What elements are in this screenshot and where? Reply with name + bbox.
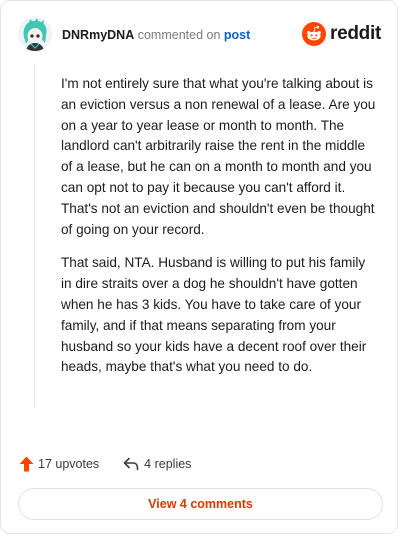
reply-count: 4 replies <box>144 457 192 471</box>
avatar-image <box>18 17 52 51</box>
upvote-count: 17 upvotes <box>38 457 100 471</box>
comment-paragraph: That said, NTA. Husband is willing to pu… <box>61 255 367 375</box>
reddit-logo-icon <box>302 22 327 46</box>
commented-on-text: commented on <box>137 28 221 42</box>
post-link[interactable]: post <box>224 28 250 42</box>
comment-actions: 17 upvotes 4 replies <box>19 455 191 473</box>
username[interactable]: DNRmyDNA <box>62 28 134 42</box>
avatar[interactable] <box>18 17 52 51</box>
upvote-arrow-icon <box>19 456 34 472</box>
comment-header: DNRmyDNA commented on post reddit <box>18 15 381 53</box>
upvote-button[interactable]: 17 upvotes <box>19 456 99 472</box>
comment-meta: DNRmyDNA commented on post <box>62 28 250 42</box>
comment-body: I'm not entirely sure that what you're t… <box>61 74 377 391</box>
reddit-wordmark: reddit <box>330 23 381 44</box>
reply-arrow-icon <box>123 457 139 471</box>
comment-card: DNRmyDNA commented on post reddit I'm no… <box>0 0 398 534</box>
reddit-brand[interactable]: reddit <box>302 21 381 47</box>
thread-line <box>34 63 35 408</box>
view-comments-button[interactable]: View 4 comments <box>18 488 383 520</box>
comment-paragraph: I'm not entirely sure that what you're t… <box>61 76 376 237</box>
replies-button[interactable]: 4 replies <box>123 457 191 471</box>
